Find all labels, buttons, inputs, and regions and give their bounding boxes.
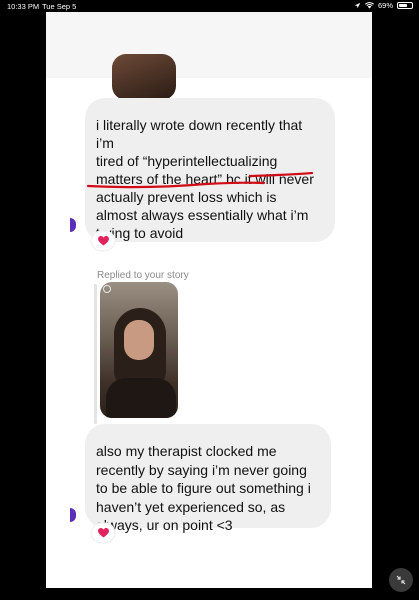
location-icon	[354, 2, 361, 9]
heart-icon	[97, 236, 109, 246]
message-line: also my therapist clocked me	[96, 443, 277, 459]
status-indicators: 69%	[354, 1, 413, 10]
replied-to-story-label: Replied to your story	[97, 270, 189, 281]
heart-icon	[97, 528, 109, 538]
message-line: almost always essentially what i’m	[96, 207, 309, 223]
message-line: haven’t yet experienced so, as	[96, 498, 286, 515]
sender-avatar[interactable]	[70, 508, 76, 522]
chat-screen[interactable]: i literally wrote down recently that i’m…	[46, 12, 372, 588]
battery-fill	[399, 4, 408, 7]
message-line: to be able to figure out something i	[96, 480, 311, 496]
message-line: tired of “hyperintellectualizing	[96, 153, 278, 169]
status-time: 10:33 PM	[7, 2, 40, 11]
collapse-button[interactable]	[389, 568, 413, 592]
red-underline-annotation	[86, 172, 314, 189]
reply-indicator-bar	[94, 284, 97, 424]
sender-avatar[interactable]	[70, 218, 76, 232]
status-bar: 10:33 PM Tue Sep 5 69%	[0, 0, 419, 12]
message-line: i literally wrote down recently that	[96, 117, 303, 133]
heart-reaction[interactable]	[92, 524, 114, 542]
collapse-arrows-icon	[396, 575, 406, 585]
story-thumbnail[interactable]	[100, 282, 178, 418]
previous-shared-photo[interactable]	[112, 54, 176, 100]
message-line: recently by saying i’m never going	[96, 461, 307, 478]
wifi-icon	[364, 2, 374, 9]
message-bubble[interactable]: also my therapist clocked me recently by…	[85, 424, 331, 533]
battery-icon	[397, 2, 413, 9]
message-bubble[interactable]: i literally wrote down recently that i’m…	[85, 98, 335, 242]
message-line: i’m	[96, 135, 114, 151]
message-line: always, ur on point <3	[96, 517, 233, 533]
header-area	[46, 12, 372, 78]
status-date: Tue Sep 5	[42, 2, 77, 11]
battery-percent: 69%	[377, 1, 393, 10]
heart-reaction[interactable]	[92, 232, 114, 250]
